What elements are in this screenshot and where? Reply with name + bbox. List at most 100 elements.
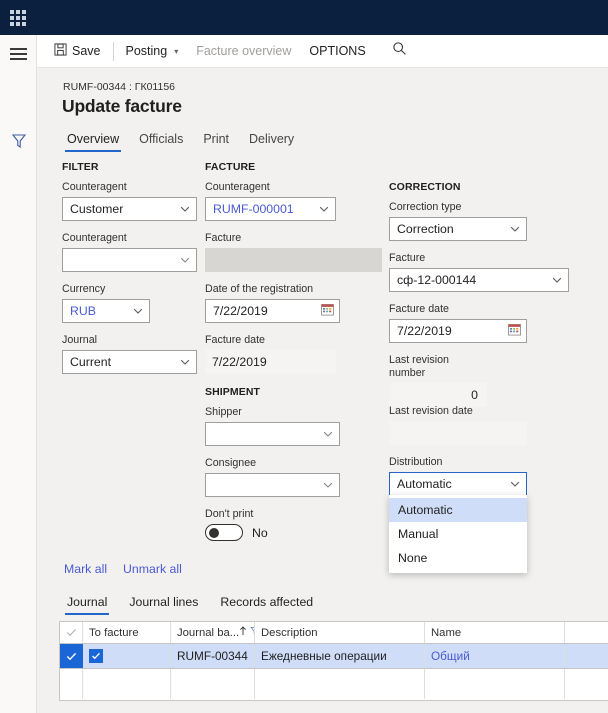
grid-empty-row [60,669,608,699]
chevron-down-icon [551,274,563,286]
dont-print-value: No [252,525,268,540]
readonly-last-revision-date [389,421,527,445]
column-header-journal-batch[interactable]: Journal ba... [171,622,255,643]
combobox-facture-counteragent[interactable]: RUMF-000001 [205,197,336,221]
tab-journal-lines[interactable]: Journal lines [118,593,209,615]
table-row[interactable]: RUMF-00344 Ежедневные операции Общий [60,644,608,669]
filter-funnel-icon[interactable] [10,132,28,150]
label-filter-currency: Currency [62,283,106,295]
datepicker-registration-date[interactable]: 7/22/2019 [205,299,340,323]
cell-name[interactable]: Общий [425,644,565,668]
journal-grid: To facture Journal ba... Description Nam… [59,621,608,701]
tab-journal[interactable]: Journal [56,593,118,615]
correction-section-heading: CORRECTION [389,181,461,193]
datepicker-correction-facture-date[interactable]: 7/22/2019 [389,319,527,343]
combobox-filter-journal[interactable]: Current [62,350,197,374]
facture-overview-button[interactable]: Facture overview [187,39,300,64]
calendar-icon[interactable] [321,303,334,319]
combobox-filter-currency[interactable]: RUB [62,299,150,323]
toggle-knob [208,527,219,538]
label-filter-journal: Journal [62,334,98,346]
empty-cell [425,669,565,699]
field-registration-date: Date of the registration 7/22/2019 [205,283,340,323]
options-label: OPTIONS [309,44,366,58]
page-title: Update facture [62,96,182,116]
combobox-shipper[interactable] [205,422,340,446]
combobox-correction-facture[interactable]: сф-12-000144 [389,268,569,292]
posting-menu-button[interactable]: Posting ▾ [117,39,188,64]
mark-all-link[interactable]: Mark all [64,562,107,576]
breadcrumb: RUMF-00344 : ГК01156 [63,81,175,93]
column-header-journal-batch-label: Journal ba... [177,626,240,639]
field-facture-date: Facture date 7/22/2019 [205,334,336,374]
label-dont-print: Don't print [205,508,254,520]
column-header-to-facture[interactable]: To facture [83,622,171,643]
cell-description[interactable]: Ежедневные операции [255,644,425,668]
cell-to-facture[interactable] [83,644,171,668]
field-last-revision-date: Last revision date [389,405,527,445]
chevron-down-icon [318,203,330,215]
tab-print[interactable]: Print [193,129,239,152]
filter-section-heading: FILTER [62,161,99,173]
field-distribution: Distribution Automatic [389,456,527,496]
distribution-option-automatic[interactable]: Automatic [389,498,527,522]
field-filter-counteragent: Counteragent [62,232,197,272]
field-facture-number: Facture [205,232,382,272]
label-facture-date: Facture date [205,334,266,346]
empty-row-selector [60,669,83,699]
combobox-filter-counteragent[interactable] [62,248,197,272]
readonly-last-revision-number: 0 [389,383,487,407]
application-window: Save Posting ▾ Facture overview OPTIONS … [0,0,608,713]
select-all-header[interactable] [60,622,83,643]
combobox-distribution[interactable]: Automatic [389,472,527,496]
tab-officials[interactable]: Officials [129,129,193,152]
sort-asc-icon[interactable] [239,626,247,639]
tab-records-affected-label: Records affected [220,595,314,609]
value-distribution: Automatic [397,477,452,491]
chevron-down-icon [509,478,521,490]
column-header-description-label: Description [261,626,318,639]
combobox-correction-type[interactable]: Correction [389,217,527,241]
save-button[interactable]: Save [45,39,110,64]
field-shipper: Shipper [205,406,340,446]
distribution-option-manual[interactable]: Manual [389,522,527,546]
label-filter-counteragent-type: Counteragent [62,181,127,193]
lower-tabstrip: Journal Journal lines Records affected [56,593,324,615]
cell-journal-batch[interactable]: RUMF-00344 [171,644,255,668]
distribution-option-none[interactable]: None [389,546,527,570]
label-last-revision-date: Last revision date [389,405,473,417]
hamburger-menu-icon[interactable] [10,48,27,60]
label-registration-date: Date of the registration [205,283,314,295]
column-header-icons[interactable] [239,626,254,639]
app-launcher-waffle-icon[interactable] [10,10,26,26]
facture-section-heading: FACTURE [205,161,256,173]
empty-cell [255,669,425,699]
value-correction-facture-date: 7/22/2019 [397,324,452,338]
checkmark-icon [66,652,76,660]
field-dont-print: Don't print [205,508,253,524]
column-header-description[interactable]: Description [255,622,425,643]
combobox-filter-counteragent-type[interactable]: Customer [62,197,197,221]
distribution-dropdown-popup: Automatic Manual None [389,495,527,573]
tab-overview[interactable]: Overview [57,129,129,152]
main-tabstrip: Overview Officials Print Delivery [57,129,304,152]
calendar-icon[interactable] [508,323,521,339]
value-correction-facture: сф-12-000144 [397,273,477,287]
chevron-down-icon: ▾ [174,46,179,56]
posting-label: Posting [125,44,168,58]
options-button[interactable]: OPTIONS [300,39,374,64]
row-selector[interactable] [60,644,83,668]
grid-header-row: To facture Journal ba... Description Nam… [60,622,608,644]
column-header-name[interactable]: Name [425,622,565,643]
dont-print-toggle[interactable] [205,524,243,541]
value-filter-currency: RUB [70,304,96,318]
column-header-to-facture-label: To facture [89,626,139,639]
value-last-revision-number: 0 [471,388,478,402]
checkmark-icon [92,652,100,660]
unmark-all-link[interactable]: Unmark all [123,562,182,576]
search-magnifier-icon[interactable] [385,38,414,64]
tab-records-affected[interactable]: Records affected [209,593,324,615]
to-facture-checkbox[interactable] [89,649,103,663]
tab-delivery[interactable]: Delivery [239,129,304,152]
combobox-consignee[interactable] [205,473,340,497]
